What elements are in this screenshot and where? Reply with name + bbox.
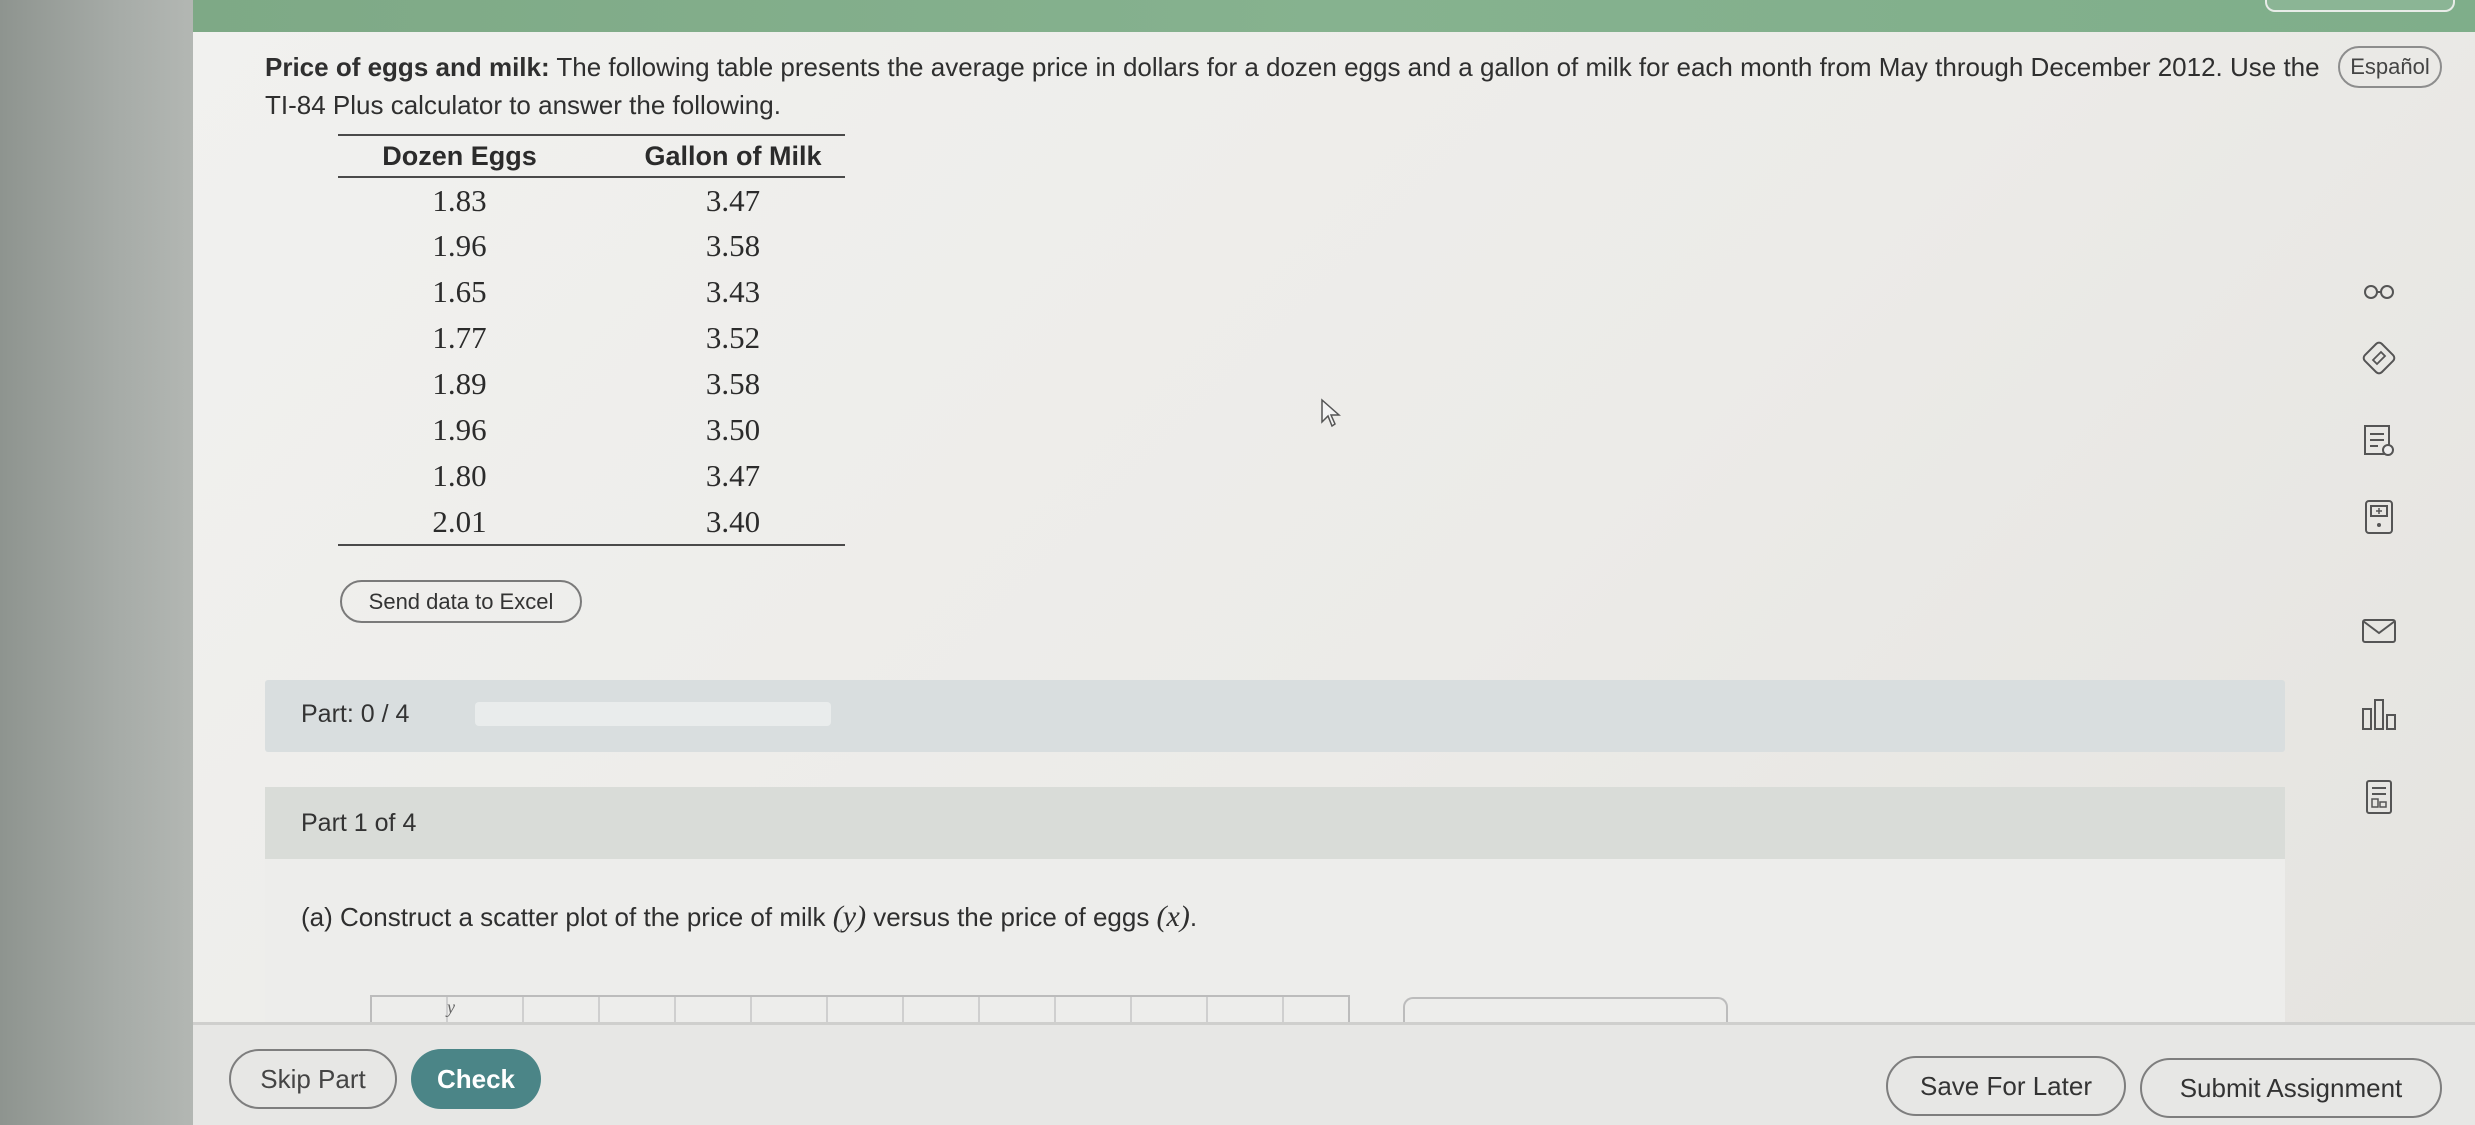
part-header: Part 1 of 4: [265, 787, 2285, 859]
problem-statement: Price of eggs and milk: The following ta…: [265, 48, 2325, 124]
table-cell: 3.40: [705, 503, 761, 539]
submit-assignment-button[interactable]: Submit Assignment: [2140, 1058, 2442, 1118]
progress-track: [475, 702, 831, 726]
edit-answer-icon[interactable]: [2355, 335, 2403, 381]
table-cell: 3.47: [705, 458, 761, 493]
top-header-strip: [193, 0, 2475, 32]
part-card: Part 1 of 4 (a) Construct a scatter plot…: [265, 787, 2285, 1047]
table-cell: 1.77: [432, 320, 487, 355]
table-cell: 1.83: [432, 182, 487, 218]
data-table: Dozen Eggs Gallon of Milk 1.83 3.47 1.96 3…: [338, 134, 845, 546]
table-row: 1.77 3.52: [338, 315, 845, 361]
table-row: 1.96 3.58: [338, 223, 845, 269]
bar-chart-icon[interactable]: [2355, 691, 2403, 737]
table-cell: 1.80: [432, 458, 487, 493]
table-row: 1.80 3.47: [338, 453, 845, 499]
table-header-row: Dozen Eggs Gallon of Milk: [338, 135, 845, 177]
table-row: 1.96 3.50: [338, 407, 845, 453]
glasses-icon[interactable]: [2355, 269, 2403, 315]
question-mid: versus the price of eggs: [866, 902, 1157, 932]
header-control[interactable]: [2265, 0, 2455, 12]
table-cell: 3.43: [705, 274, 761, 309]
table-cell: 3.58: [705, 228, 761, 263]
table-row: 2.01 3.40: [338, 499, 845, 545]
bottom-action-bar: Skip Part Check Save For Later Submit As…: [193, 1022, 2475, 1125]
question-prefix: (a) Construct a scatter plot of the pric…: [301, 902, 833, 932]
data-table-icon[interactable]: [2355, 774, 2403, 820]
part-progress-label: Part: 0 / 4: [301, 700, 410, 728]
table-row: 1.65 3.43: [338, 269, 845, 315]
screen-bezel: [0, 0, 193, 1125]
table-cell: 3.50: [705, 412, 761, 447]
problem-text: The following table presents the average…: [265, 52, 2320, 120]
table-cell: 2.01: [432, 503, 487, 539]
problem-title: Price of eggs and milk:: [265, 52, 550, 82]
skip-part-button[interactable]: Skip Part: [229, 1049, 397, 1109]
send-data-to-excel-button[interactable]: Send data to Excel: [340, 580, 582, 623]
part-progress-bar: Part: 0 / 4: [265, 680, 2285, 752]
table-cell: 1.96: [432, 228, 487, 263]
table-cell: 1.65: [432, 274, 487, 309]
table-cell: 3.58: [705, 366, 761, 401]
variable-x: (x): [1156, 900, 1190, 933]
mail-icon[interactable]: [2355, 608, 2403, 654]
plot-y-axis-label: y: [447, 997, 455, 1017]
question-text: (a) Construct a scatter plot of the pric…: [301, 900, 1197, 934]
table-cell: 1.96: [432, 412, 487, 447]
table-cell: 3.47: [705, 182, 761, 218]
notes-icon[interactable]: [2355, 418, 2403, 464]
variable-y: (y): [832, 900, 867, 933]
table-row: 1.89 3.58: [338, 361, 845, 407]
assignment-page: Price of eggs and milk: The following ta…: [193, 32, 2475, 1125]
table-cell: 1.89: [432, 366, 487, 401]
table-cell: 3.52: [705, 320, 761, 355]
language-toggle-button[interactable]: Español: [2338, 46, 2442, 88]
column-header: Gallon of Milk: [644, 140, 822, 171]
save-for-later-button[interactable]: Save For Later: [1886, 1056, 2126, 1116]
column-header: Dozen Eggs: [382, 140, 537, 171]
mouse-cursor-icon: [1321, 398, 1341, 428]
question-suffix: .: [1189, 902, 1198, 932]
table-row: 1.83 3.47: [338, 177, 845, 223]
check-button[interactable]: Check: [411, 1049, 541, 1109]
calculator-icon[interactable]: [2355, 494, 2403, 540]
